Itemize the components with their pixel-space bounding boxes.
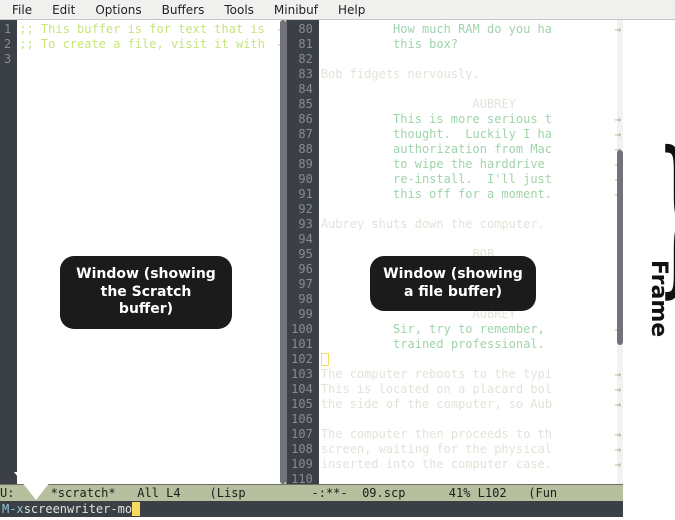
- minibuffer-input[interactable]: screenwriter-mo: [24, 502, 132, 516]
- window-file[interactable]: 80 81 82 83 84 85 86 87 88 89 90 91 92 9…: [287, 20, 623, 484]
- gutter-right: 80 81 82 83 84 85 86 87 88 89 90 91 92 9…: [287, 20, 319, 484]
- emacs-frame: 1 2 3 ;; This buffer is for text that is…: [0, 20, 623, 517]
- modeline-left: U: *scratch* All L4 (Lisp: [0, 486, 312, 500]
- scrollbar-right[interactable]: [617, 20, 623, 484]
- menu-buffers[interactable]: Buffers: [154, 1, 213, 19]
- callout-frame: } Frame: [637, 130, 669, 300]
- minibuffer[interactable]: M-x screenwriter-mo: [0, 501, 623, 517]
- menu-minibuf[interactable]: Minibuf: [266, 1, 326, 19]
- gutter-left: 1 2 3: [0, 20, 17, 484]
- scrollbar-left[interactable]: [280, 20, 286, 484]
- menu-tools[interactable]: Tools: [216, 1, 262, 19]
- menu-options[interactable]: Options: [87, 1, 149, 19]
- menu-edit[interactable]: Edit: [44, 1, 83, 19]
- buffer-scratch[interactable]: ;; This buffer is for text that is ;; To…: [17, 20, 286, 484]
- window-scratch[interactable]: 1 2 3 ;; This buffer is for text that is…: [0, 20, 286, 484]
- buffer-file[interactable]: How much RAM do you ha this box? Bob fid…: [319, 20, 623, 484]
- menubar[interactable]: File Edit Options Buffers Tools Minibuf …: [0, 0, 675, 20]
- menu-help[interactable]: Help: [330, 1, 373, 19]
- minibuffer-cursor: [132, 502, 140, 516]
- minibuffer-prompt: M-x: [2, 502, 24, 516]
- menu-file[interactable]: File: [4, 1, 40, 19]
- modeline-right: -:**- 09.scp 41% L102 (Fun: [312, 486, 624, 500]
- modeline[interactable]: U: *scratch* All L4 (Lisp -:**- 09.scp 4…: [0, 484, 623, 501]
